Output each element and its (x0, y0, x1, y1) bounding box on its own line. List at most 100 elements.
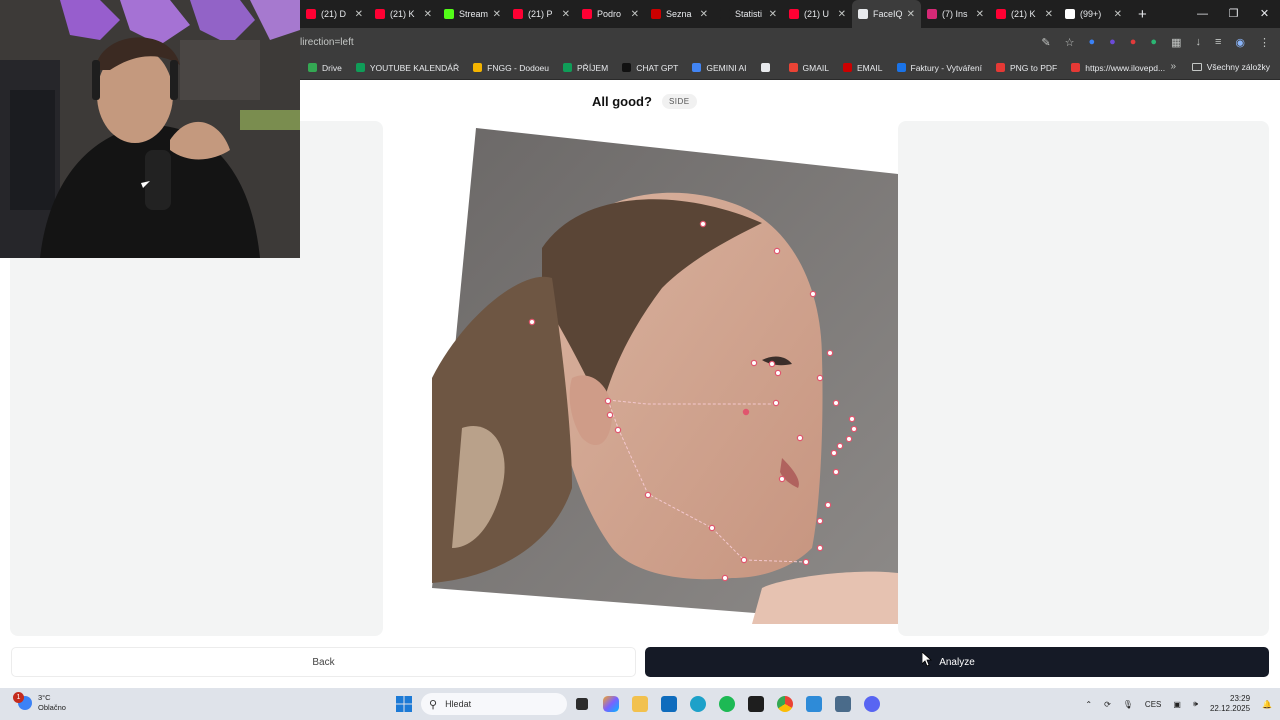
landmark-point[interactable] (802, 558, 810, 566)
tab-5[interactable]: Sezna ✕ (645, 0, 714, 28)
network-icon[interactable]: ▣ (1173, 700, 1181, 709)
clock[interactable]: 23:29 22.12.2025 (1210, 694, 1250, 714)
landmark-point[interactable] (721, 574, 729, 582)
volume-icon[interactable]: 🕪 (1193, 699, 1198, 709)
task-view-icon[interactable] (576, 698, 588, 710)
language-indicator[interactable]: CES (1145, 700, 1161, 709)
close-window-icon[interactable]: ✕ (1249, 0, 1280, 28)
landmark-point[interactable] (750, 359, 758, 367)
bookmark-5[interactable]: GEMINI AI (692, 63, 747, 73)
landmark-point[interactable] (773, 247, 781, 255)
tab-close-icon[interactable]: ✕ (562, 9, 570, 20)
tab-8[interactable]: FaceIQ ✕ (852, 0, 921, 28)
extension-icon-2[interactable]: ● (1109, 36, 1116, 49)
spotify-icon[interactable] (719, 696, 735, 712)
taskbar-search[interactable]: ⚲ Hledat (421, 693, 567, 715)
landmark-point[interactable] (845, 435, 853, 443)
profile-avatar-icon[interactable]: ◉ (1235, 36, 1245, 49)
back-button[interactable]: Back (11, 647, 636, 677)
bookmark-8[interactable]: EMAIL (843, 63, 883, 73)
landmark-point[interactable] (614, 426, 622, 434)
playlist-icon[interactable]: ≡ (1215, 36, 1221, 49)
landmark-point[interactable] (816, 374, 824, 382)
extension-icon-1[interactable]: ● (1088, 36, 1095, 49)
tab-close-icon[interactable]: ✕ (631, 9, 639, 20)
landmark-point[interactable] (826, 349, 834, 357)
landmark-point[interactable] (604, 397, 612, 405)
restore-icon[interactable]: ❐ (1218, 0, 1249, 28)
landmark-point[interactable] (778, 475, 786, 483)
translate-icon[interactable]: ✎ (1041, 36, 1050, 49)
tab-6[interactable]: Statisti ✕ (714, 0, 783, 28)
landmark-point[interactable] (644, 491, 652, 499)
landmark-point[interactable] (832, 399, 840, 407)
tab-1[interactable]: (21) K ✕ (369, 0, 438, 28)
tab-9[interactable]: (7) Ins ✕ (921, 0, 990, 28)
analyze-button[interactable]: Analyze (645, 647, 1269, 677)
bookmark-2[interactable]: FNGG - Dodoeu (473, 63, 549, 73)
new-tab-button[interactable]: + (1128, 6, 1157, 23)
extension-icon-3[interactable]: ● (1130, 36, 1137, 49)
bookmark-3[interactable]: PŘÍJEM (563, 63, 608, 73)
landmark-point[interactable] (528, 318, 536, 326)
landmark-point[interactable] (832, 468, 840, 476)
bookmarks-overflow-icon[interactable]: » (1170, 61, 1176, 72)
tab-close-icon[interactable]: ✕ (700, 9, 708, 20)
tab-close-icon[interactable]: ✕ (1045, 9, 1053, 20)
landmark-point[interactable] (850, 425, 858, 433)
tab-close-icon[interactable]: ✕ (907, 9, 915, 20)
bookmark-4[interactable]: CHAT GPT (622, 63, 678, 73)
tray-overflow-icon[interactable]: ⌃ (1085, 700, 1092, 709)
tab-10[interactable]: (21) K ✕ (990, 0, 1059, 28)
bookmark-10[interactable]: PNG to PDF (996, 63, 1057, 73)
edge-icon[interactable] (690, 696, 706, 712)
outlook-icon[interactable] (661, 696, 677, 712)
tab-close-icon[interactable]: ✕ (355, 9, 363, 20)
tab-4[interactable]: Podro ✕ (576, 0, 645, 28)
url-field[interactable]: lirection=left (300, 37, 1041, 48)
landmark-point[interactable] (740, 556, 748, 564)
landmark-point[interactable] (816, 544, 824, 552)
tab-3[interactable]: (21) P ✕ (507, 0, 576, 28)
chrome-icon[interactable] (777, 696, 793, 712)
bookmark-1[interactable]: YOUTUBE KALENDÁŘ (355, 63, 459, 73)
discord-icon[interactable] (864, 696, 880, 712)
bookmark-0[interactable]: Drive (308, 63, 342, 73)
photos-icon[interactable] (806, 696, 822, 712)
tab-close-icon[interactable]: ✕ (1114, 9, 1122, 20)
landmark-point[interactable] (606, 411, 614, 419)
copilot-icon[interactable] (603, 696, 619, 712)
sync-icon[interactable]: ⟳ (1104, 700, 1111, 709)
landmark-point[interactable] (699, 220, 707, 228)
extension-icon-4[interactable]: ● (1150, 36, 1157, 49)
tab-close-icon[interactable]: ✕ (769, 9, 777, 20)
windows-start-icon[interactable] (396, 696, 412, 712)
tab-0[interactable]: (21) D ✕ (300, 0, 369, 28)
tab-close-icon[interactable]: ✕ (976, 9, 984, 20)
file-explorer-icon[interactable] (632, 696, 648, 712)
landmark-point[interactable] (796, 434, 804, 442)
bookmark-11[interactable]: https://www.ilovepd... (1071, 63, 1165, 73)
bookmark-star-icon[interactable]: ☆ (1065, 36, 1075, 49)
microphone-icon[interactable]: 🎙 (1123, 700, 1133, 709)
terminal-icon[interactable] (748, 696, 764, 712)
notifications-icon[interactable]: 🔔 (1262, 700, 1272, 709)
landmark-point[interactable] (830, 449, 838, 457)
extensions-puzzle-icon[interactable]: ▦ (1171, 36, 1181, 49)
landmark-point[interactable] (836, 442, 844, 450)
landmark-point[interactable] (809, 290, 817, 298)
tab-2[interactable]: Stream ✕ (438, 0, 507, 28)
landmark-point[interactable] (708, 524, 716, 532)
weather-widget[interactable]: 1 3°C Oblačno (13, 692, 66, 713)
bookmark-9[interactable]: Faktury - Vytváření (896, 63, 982, 73)
landmark-point[interactable] (742, 408, 750, 416)
landmark-point[interactable] (772, 399, 780, 407)
bookmark-7[interactable]: GMAIL (788, 63, 829, 73)
landmark-point[interactable] (824, 501, 832, 509)
tab-11[interactable]: (99+) ✕ (1059, 0, 1128, 28)
menu-kebab-icon[interactable]: ⋮ (1259, 36, 1270, 49)
minimize-icon[interactable]: — (1187, 0, 1218, 28)
bookmark-6[interactable] (760, 63, 775, 73)
tab-close-icon[interactable]: ✕ (838, 9, 846, 20)
tab-7[interactable]: (21) U ✕ (783, 0, 852, 28)
